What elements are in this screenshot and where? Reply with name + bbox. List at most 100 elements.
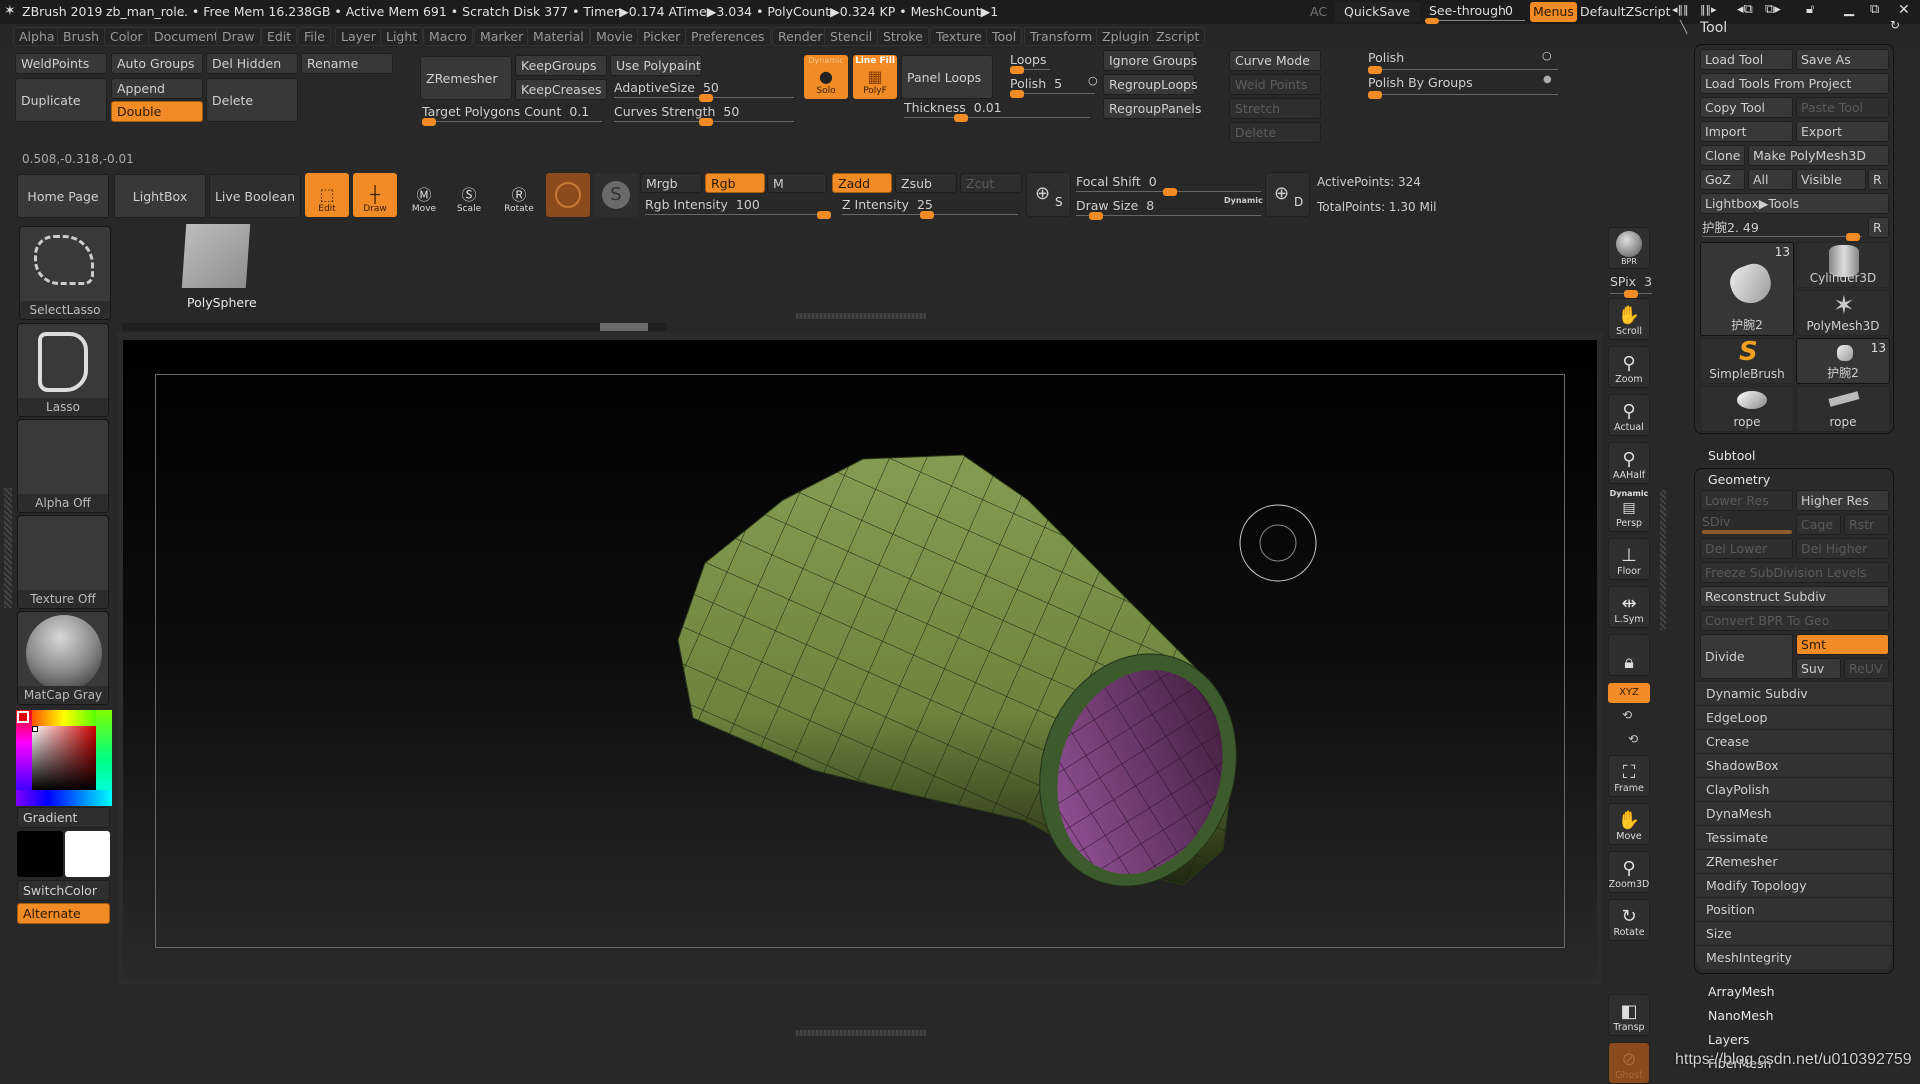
thickness-slider[interactable]: Thickness 0.01 — [904, 100, 1090, 122]
rotate-3d-button[interactable]: ↻ Rotate — [1608, 899, 1650, 941]
live-boolean-button[interactable]: Live Boolean — [209, 174, 301, 218]
del-lower-button[interactable]: Del Lower — [1700, 538, 1793, 559]
saturation-value-square[interactable] — [32, 726, 96, 790]
geometry-item-modify-topology[interactable]: Modify Topology — [1696, 873, 1892, 897]
regroup-loops-button[interactable]: RegroupLoops — [1103, 74, 1198, 95]
cage-button[interactable]: Cage — [1796, 514, 1841, 535]
menu-tool[interactable]: Tool — [986, 27, 1023, 46]
scroll-button[interactable]: ✋ Scroll — [1608, 298, 1650, 340]
mesh-model[interactable] — [123, 340, 1597, 980]
clone-button[interactable]: Clone — [1700, 145, 1745, 166]
polish-slider[interactable]: Polish 5 — [1010, 76, 1095, 98]
refresh-icon[interactable]: ↻ — [1890, 18, 1900, 32]
geometry-item-edgeloop[interactable]: EdgeLoop — [1696, 705, 1892, 729]
geometry-section[interactable]: Geometry — [1708, 472, 1770, 487]
zoom3d-button[interactable]: ⚲ Zoom3D — [1608, 851, 1650, 893]
curves-strength-slider[interactable]: Curves Strength 50 — [614, 104, 794, 126]
minimize-icon[interactable]: ▁ — [1844, 2, 1854, 17]
all-button[interactable]: All — [1748, 169, 1793, 190]
menu-document[interactable]: Document — [148, 27, 225, 46]
xyz-rotation-button[interactable]: XYZ — [1608, 683, 1650, 703]
tool-thumb-polymesh3d[interactable]: ✶ PolyMesh3D — [1796, 290, 1890, 336]
load-tool-button[interactable]: Load Tool — [1700, 49, 1793, 70]
scroll-left-icon[interactable]: ◂‖‖ — [1672, 3, 1689, 16]
edit-button[interactable]: ⬚ Edit — [305, 173, 349, 217]
menu-stencil[interactable]: Stencil — [824, 27, 879, 46]
delete-button[interactable]: Delete — [206, 78, 298, 122]
menu-layer[interactable]: Layer — [335, 27, 382, 46]
adaptive-size-slider[interactable]: AdaptiveSize 50 — [614, 80, 794, 102]
current-tool-r-button[interactable]: R — [1868, 217, 1889, 238]
menu-draw[interactable]: Draw — [216, 27, 261, 46]
tool-thumb-rope-2[interactable]: rope — [1796, 386, 1890, 432]
menu-edit[interactable]: Edit — [261, 27, 298, 46]
geometry-item-dynamesh[interactable]: DynaMesh — [1696, 801, 1892, 825]
ignore-groups-button[interactable]: Ignore Groups — [1103, 50, 1197, 71]
close-icon[interactable]: ✕ — [1898, 2, 1910, 18]
m-button[interactable]: M — [767, 173, 827, 193]
right-tray-toggle[interactable] — [1660, 490, 1666, 630]
menus-button[interactable]: Menus — [1530, 2, 1577, 22]
geometry-item-shadowbox[interactable]: ShadowBox — [1696, 753, 1892, 777]
weld-points-button[interactable]: Weld Points — [1229, 74, 1321, 95]
z-rotation-icon[interactable]: ⟲ — [1628, 732, 1638, 746]
smt-toggle[interactable]: Smt — [1796, 634, 1889, 655]
use-polypaint-button[interactable]: Use Polypaint — [610, 55, 702, 76]
floor-button[interactable]: ⊥ Floor — [1608, 538, 1650, 580]
bottom-tray-handle[interactable] — [796, 1030, 926, 1036]
suv-toggle[interactable]: Suv — [1796, 658, 1841, 679]
section-nanomesh[interactable]: NanoMesh — [1708, 1008, 1774, 1023]
focal-shift-slider[interactable]: Focal Shift 0 — [1076, 174, 1261, 196]
y-rotation-icon[interactable]: ⟲ — [1622, 708, 1632, 722]
mrgb-button[interactable]: Mrgb — [640, 173, 702, 193]
geometry-item-dynamic-subdiv[interactable]: Dynamic Subdiv — [1696, 681, 1892, 705]
spix-slider[interactable]: SPix 3 — [1610, 274, 1652, 298]
geometry-item-claypolish[interactable]: ClayPolish — [1696, 777, 1892, 801]
material-button[interactable]: S — [594, 173, 638, 217]
rename-button[interactable]: Rename — [301, 53, 393, 74]
zoom-button[interactable]: ⚲ Zoom — [1608, 346, 1650, 388]
menu-transform[interactable]: Transform — [1024, 27, 1099, 46]
menu-preferences[interactable]: Preferences — [685, 27, 771, 46]
main-color-swatch[interactable] — [17, 831, 63, 877]
curve-mode-button[interactable]: Curve Mode — [1229, 50, 1321, 71]
menu-render[interactable]: Render — [772, 27, 829, 46]
del-higher-button[interactable]: Del Higher — [1796, 538, 1889, 559]
unlock-icon[interactable]: 🔓︎ — [1806, 2, 1814, 17]
scale-button[interactable]: Ⓢ Scale — [449, 173, 489, 217]
viewport[interactable] — [123, 340, 1597, 980]
loops-slider[interactable]: Loops — [1010, 52, 1050, 74]
goz-r-button[interactable]: R — [1868, 169, 1889, 190]
material-matcap-button[interactable]: MatCap Gray — [17, 611, 109, 705]
lower-res-button[interactable]: Lower Res — [1700, 490, 1793, 511]
left-tray-toggle[interactable] — [4, 488, 12, 608]
curve-delete-button[interactable]: Delete — [1229, 122, 1321, 143]
menu-texture[interactable]: Texture — [930, 27, 988, 46]
tool-thumb-wristguard[interactable]: 13 护腕2 — [1700, 242, 1794, 336]
keep-groups-button[interactable]: KeepGroups — [515, 55, 607, 76]
zadd-button[interactable]: Zadd — [832, 173, 892, 193]
tool-thumb-simplebrush[interactable]: S SimpleBrush — [1700, 337, 1794, 384]
current-tool-slider[interactable]: 护腕2. 49 — [1702, 217, 1862, 241]
texture-button[interactable]: Texture Off — [17, 515, 109, 609]
reconstruct-subdiv-button[interactable]: Reconstruct Subdiv — [1700, 586, 1889, 607]
del-hidden-button[interactable]: Del Hidden — [206, 53, 298, 74]
menu-macro[interactable]: Macro — [423, 27, 473, 46]
target-polygons-slider[interactable]: Target Polygons Count 0.1 — [422, 104, 602, 126]
lasso-button[interactable]: Lasso — [17, 323, 109, 417]
reuv-toggle[interactable]: ReUV — [1844, 658, 1889, 679]
gradient-button[interactable]: Gradient — [17, 807, 110, 828]
geometry-item-tessimate[interactable]: Tessimate — [1696, 825, 1892, 849]
geometry-item-position[interactable]: Position — [1696, 897, 1892, 921]
goz-button[interactable]: GoZ — [1700, 169, 1745, 190]
scroll-right-icon[interactable]: ‖‖▸ — [1700, 3, 1717, 16]
tool-thumb-wristguard-2[interactable]: 13 护腕2 — [1796, 338, 1890, 384]
polysphere-thumbnail[interactable]: PolySphere — [180, 220, 260, 312]
move-button[interactable]: Ⓜ Move — [404, 173, 444, 217]
export-button[interactable]: Export — [1796, 121, 1889, 142]
alternate-button[interactable]: Alternate — [17, 903, 110, 924]
menu-brush[interactable]: Brush — [57, 27, 106, 46]
tool-thumb-cylinder3d[interactable]: Cylinder3D — [1796, 242, 1890, 288]
tool-thumb-rope[interactable]: rope — [1700, 386, 1794, 432]
top-tray-handle[interactable] — [796, 313, 926, 319]
